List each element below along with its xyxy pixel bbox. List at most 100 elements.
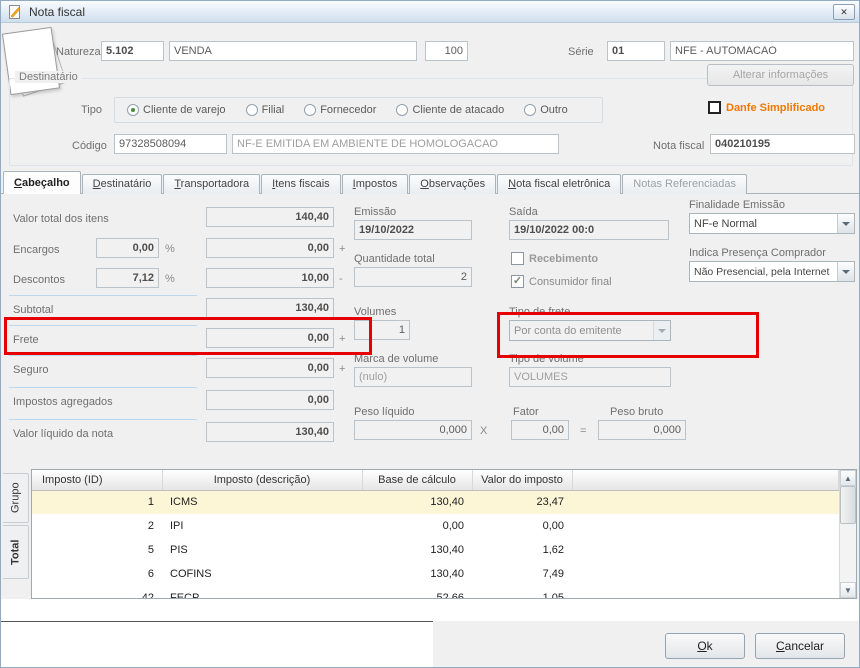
emissao-label: Emissão [354,206,397,218]
natureza-label: Natureza [56,46,101,58]
fator-field[interactable]: 0,00 [511,420,569,440]
frete-field[interactable]: 0,00 [206,328,334,348]
radio-outro[interactable]: Outro [524,104,568,116]
encargos-label: Encargos [13,244,60,256]
quantidade-field[interactable]: 2 [354,267,472,287]
percent-sign: % [165,243,175,255]
percent-sign: % [165,273,175,285]
times-sign: X [480,425,488,437]
tab-itens-fiscais[interactable]: Itens fiscais [261,174,341,194]
serie-code-field[interactable]: 01 [607,41,665,61]
danfe-simplificado-checkbox[interactable] [708,101,721,114]
tab-transportadora[interactable]: Transportadora [163,174,261,194]
finalidade-dropdown[interactable]: NF-e Normal [689,213,855,234]
ok-button[interactable]: Ok [665,633,745,659]
seguro-label: Seguro [13,364,49,376]
table-row[interactable]: 1 ICMS 130,40 23,47 [32,490,839,514]
column-header-imposto-descricao[interactable]: Imposto (descrição) [162,470,363,491]
marca-volume-field[interactable]: (nulo) [354,367,472,387]
peso-liquido-field[interactable]: 0,000 [354,420,472,440]
calc-divider [9,387,197,388]
tab-cabecalho[interactable]: Cabeçalho [3,171,81,194]
encargos-field[interactable]: 0,00 [206,238,334,258]
subtotal-label: Subtotal [13,304,54,316]
impostos-agregados-field[interactable]: 0,00 [206,390,334,410]
calc-divider [9,325,197,326]
presenca-dropdown[interactable]: Não Presencial, pela Internet [689,261,855,282]
volumes-label: Volumes [354,306,397,318]
window-title: Nota fiscal [29,4,86,19]
side-tab-grupo[interactable]: Grupo [3,473,29,523]
saida-field[interactable]: 19/10/2022 00:0 [509,220,669,240]
table-header-row: Imposto (ID) Imposto (descrição) Base de… [32,470,839,491]
vertical-scrollbar[interactable]: ▲ ▼ [839,470,856,598]
peso-liquido-label: Peso líquido [354,406,415,418]
peso-bruto-field[interactable]: 0,000 [598,420,686,440]
scrollbar-thumb[interactable] [840,486,856,524]
descontos-label: Descontos [13,274,65,286]
radio-icon [304,104,317,116]
recebimento-label: Recebimento [529,253,599,265]
serie-desc-field[interactable]: NFE - AUTOMACAO [670,41,854,61]
valor-total-field[interactable]: 140,40 [206,207,334,227]
peso-bruto-label: Peso bruto [610,406,664,418]
column-header-valor-imposto[interactable]: Valor do imposto [472,470,573,491]
nota-fiscal-window-icon [9,4,21,19]
frete-label: Frete [13,334,39,346]
descontos-pct-field[interactable]: 7,12 [96,268,159,288]
nota-fiscal-number-field[interactable]: 040210195 [710,134,855,154]
plus-sign: + [339,333,346,345]
table-row[interactable]: 5 PIS 130,40 1,62 [32,538,839,562]
valor-liquido-label: Valor líquido da nota [13,428,114,440]
natureza-code-field[interactable]: 5.102 [101,41,164,61]
quantidade-label: Quantidade total [354,253,435,265]
side-tab-total[interactable]: Total [3,525,29,579]
scroll-up-icon[interactable]: ▲ [840,470,856,486]
radio-filial[interactable]: Filial [245,104,284,116]
radio-cliente-varejo[interactable]: Cliente de varejo [127,104,226,116]
alterar-informacoes-button[interactable]: Alterar informações [707,64,854,86]
valor-total-label: Valor total dos itens [13,213,109,225]
codigo-desc-field[interactable]: NF-E EMITIDA EM AMBIENTE DE HOMOLOGACAO [232,134,559,154]
fator-label: Fator [513,406,539,418]
volumes-field[interactable]: 1 [354,320,410,340]
seguro-field[interactable]: 0,00 [206,358,334,378]
tab-observacoes[interactable]: Observações [409,174,497,194]
nota-fiscal-label: Nota fiscal [653,140,705,152]
close-icon[interactable]: ✕ [833,4,855,20]
valor-liquido-field[interactable]: 130,40 [206,422,334,442]
table-row[interactable]: 42 FECP 52,66 1,05 [32,586,839,598]
scroll-down-icon[interactable]: ▼ [840,582,856,598]
consumidor-final-checkbox[interactable]: ✓ [511,275,524,288]
codigo-label: Código [72,140,107,152]
destinatario-group-label: Destinatário [15,71,82,83]
tab-nota-fiscal-eletronica[interactable]: Nota fiscal eletrônica [497,174,622,194]
radio-fornecedor[interactable]: Fornecedor [304,104,376,116]
cancel-button[interactable]: Cancelar [755,633,845,659]
column-header-base-calculo[interactable]: Base de cálculo [362,470,473,491]
minus-sign: - [339,273,343,285]
table-row[interactable]: 6 COFINS 130,40 7,49 [32,562,839,586]
tipo-volume-field[interactable]: VOLUMES [509,367,671,387]
radio-cliente-atacado[interactable]: Cliente de atacado [396,104,504,116]
descontos-field[interactable]: 10,00 [206,268,334,288]
natureza-desc-field[interactable]: VENDA [169,41,417,61]
natureza-num-field[interactable]: 100 [425,41,468,61]
recebimento-checkbox[interactable] [511,252,524,265]
codigo-field[interactable]: 97328508094 [114,134,227,154]
equals-sign: = [580,425,587,437]
nota-fiscal-window: Nota fiscal ✕ Natureza 5.102 VENDA 100 S… [0,0,860,668]
tab-notas-referenciadas[interactable]: Notas Referenciadas [622,174,747,194]
tipo-frete-dropdown[interactable]: Por conta do emitente [509,320,671,341]
tab-impostos[interactable]: Impostos [341,174,409,194]
subtotal-field[interactable]: 130,40 [206,298,334,318]
marca-volume-label: Marca de volume [354,353,439,365]
emissao-field[interactable]: 19/10/2022 [354,220,472,240]
calc-divider [9,419,197,420]
column-header-imposto-id[interactable]: Imposto (ID) [32,470,163,491]
table-row[interactable]: 2 IPI 0,00 0,00 [32,514,839,538]
calc-divider [9,295,197,296]
tab-destinatario[interactable]: Destinatário [81,174,163,194]
encargos-pct-field[interactable]: 0,00 [96,238,159,258]
saida-label: Saída [509,206,538,218]
